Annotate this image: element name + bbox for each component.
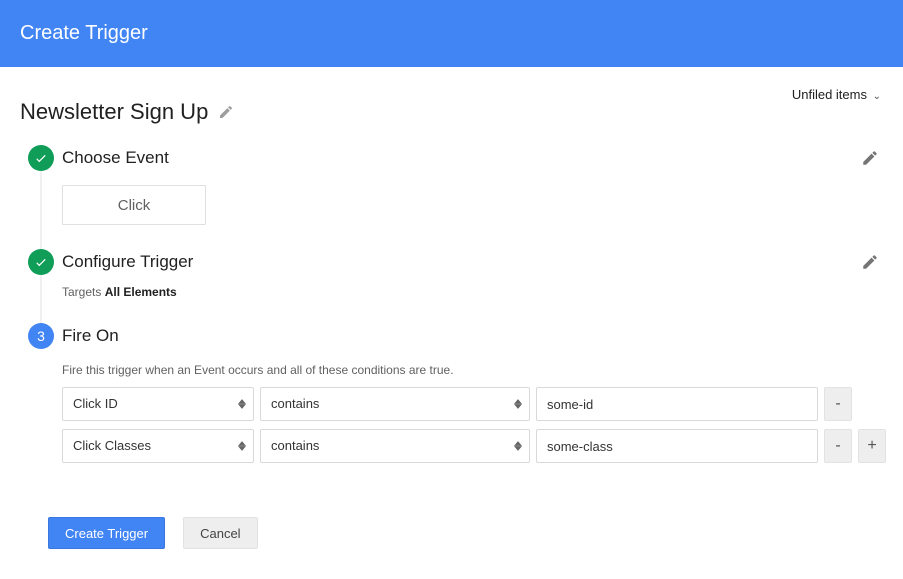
event-type-label: Click [118,197,151,214]
step-title: Configure Trigger [62,252,193,272]
step-head: Choose Event [62,145,883,171]
cancel-label: Cancel [200,526,240,541]
condition-operator-value: contains [260,387,530,421]
check-icon [34,151,48,165]
remove-condition-button[interactable]: - [824,387,852,421]
content-area: Unfiled items ⌄ Newsletter Sign Up Choos… [0,67,903,579]
create-trigger-label: Create Trigger [65,526,148,541]
step-body: Fire On Fire this trigger when an Event … [62,323,886,495]
edit-step-icon[interactable] [861,253,879,271]
check-icon [34,255,48,269]
step-badge-complete [28,249,54,275]
step-title: Choose Event [62,148,169,168]
step-rail [20,145,62,249]
chevron-down-icon: ⌄ [873,91,881,102]
step-head: Configure Trigger [62,249,883,275]
step-badge-complete [28,145,54,171]
app-header: Create Trigger [0,0,903,67]
page-title: Newsletter Sign Up [20,99,208,125]
step-badge-current: 3 [28,323,54,349]
step-head: Fire On [62,323,886,349]
folder-filter-label: Unfiled items [792,87,867,102]
folder-filter[interactable]: Unfiled items ⌄ [792,87,881,102]
cancel-button[interactable]: Cancel [183,517,257,549]
step-choose-event: Choose Event Click [20,145,883,249]
condition-value-input[interactable] [536,429,818,463]
step-body: Choose Event Click [62,145,883,249]
step-configure-trigger: Configure Trigger Targets All Elements [20,249,883,323]
event-type-selector[interactable]: Click [62,185,206,225]
edit-step-icon[interactable] [861,149,879,167]
condition-row: Click Classes contains [62,429,886,463]
step-fire-on: 3 Fire On Fire this trigger when an Even… [20,323,883,495]
page-title-row: Newsletter Sign Up [20,99,883,125]
condition-variable-select[interactable]: Click Classes [62,429,254,463]
targets-summary: Targets All Elements [62,285,883,299]
header-title: Create Trigger [20,22,148,44]
condition-variable-value: Click Classes [62,429,254,463]
condition-value-input[interactable] [536,387,818,421]
step-body: Configure Trigger Targets All Elements [62,249,883,323]
step-title: Fire On [62,326,119,346]
condition-operator-select[interactable]: contains [260,429,530,463]
create-trigger-button[interactable]: Create Trigger [48,517,165,549]
edit-title-icon[interactable] [218,104,234,120]
step-rail: 3 [20,323,62,495]
condition-operator-value: contains [260,429,530,463]
targets-prefix: Targets [62,285,101,299]
fire-on-description: Fire this trigger when an Event occurs a… [62,363,886,377]
step-rail [20,249,62,323]
step-number: 3 [37,328,45,344]
targets-value: All Elements [105,285,177,299]
condition-variable-select[interactable]: Click ID [62,387,254,421]
remove-condition-button[interactable]: - [824,429,852,463]
add-condition-button[interactable]: + [858,429,886,463]
condition-variable-value: Click ID [62,387,254,421]
condition-row: Click ID contains - [62,387,886,421]
steps: Choose Event Click Configure Trigger [20,145,883,495]
action-bar: Create Trigger Cancel [48,517,883,549]
condition-operator-select[interactable]: contains [260,387,530,421]
